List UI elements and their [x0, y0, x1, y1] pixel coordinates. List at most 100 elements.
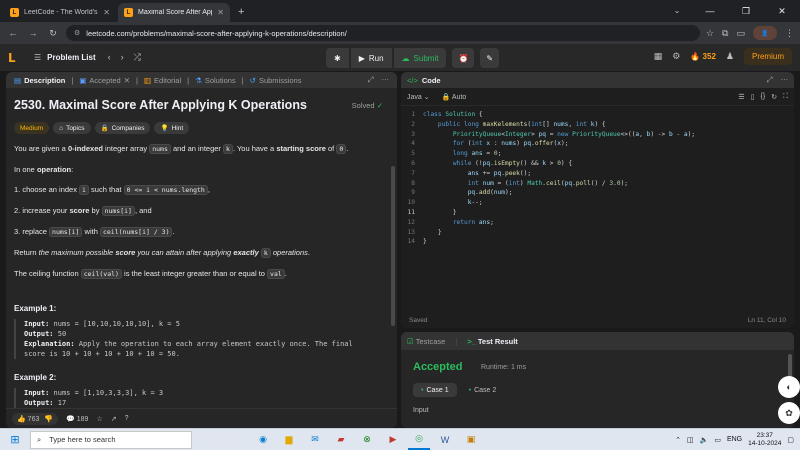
chrome-icon[interactable]: ◎	[408, 430, 430, 450]
tab-submissions[interactable]: ↺ Submissions	[246, 72, 306, 88]
close-icon[interactable]: ✕	[124, 76, 130, 85]
star-icon[interactable]: ☆	[96, 415, 102, 423]
cursor-position: Ln 11, Col 10	[747, 316, 786, 324]
reset-icon[interactable]: ↻	[771, 93, 777, 101]
shuffle-icon[interactable]: ⤮	[134, 52, 141, 63]
tab-accepted[interactable]: ▣ Accepted ✕	[75, 72, 134, 88]
bookmark-star-icon[interactable]: ☆	[706, 28, 714, 39]
problem-list-button[interactable]: ☰ Problem List	[34, 53, 96, 62]
widgets-icon[interactable]: ⧉	[226, 430, 248, 450]
settings-gear-icon[interactable]: ⚙	[672, 51, 680, 62]
edge-icon[interactable]: ◉	[252, 430, 274, 450]
battery-icon[interactable]: ▭	[714, 436, 721, 444]
maximize-icon[interactable]: ❐	[728, 0, 764, 22]
expand-icon[interactable]: ⤢	[368, 75, 374, 85]
streak-counter[interactable]: 🔥 352	[690, 52, 716, 61]
whiteboard-button[interactable]: ✎	[480, 48, 500, 68]
tab-test-result[interactable]: >_ Test Result	[467, 337, 518, 346]
premium-button[interactable]: Premium	[743, 48, 792, 65]
run-button[interactable]: ▶ Run	[350, 48, 392, 68]
leetcode-logo-icon[interactable]: ᒪ	[8, 51, 22, 65]
comments-button[interactable]: 💬 189	[66, 415, 88, 423]
test-result-panel: ☑ Testcase | >_ Test Result Accepted Run…	[401, 332, 794, 428]
close-icon[interactable]: ✕	[217, 8, 224, 17]
prev-problem-icon[interactable]: ‹	[108, 52, 111, 63]
profile-avatar[interactable]: 👤	[753, 26, 777, 40]
fullscreen-icon[interactable]: ⛶	[783, 93, 788, 101]
close-icon[interactable]: ✕	[103, 8, 110, 17]
url-field[interactable]: ⚙ leetcode.com/problems/maximal-score-af…	[66, 25, 700, 41]
panel-menu-icon[interactable]: ⋯	[781, 75, 789, 85]
app-icon[interactable]: ▰	[330, 430, 352, 450]
code-tab-label[interactable]: Code	[422, 76, 441, 85]
inline-code: 0	[336, 144, 347, 154]
menu-kebab-icon[interactable]: ⋮	[785, 28, 794, 39]
extensions-icon[interactable]: ⧉	[722, 28, 728, 39]
like-button[interactable]: 👍 763	[17, 415, 39, 423]
site-info-icon[interactable]: ⚙	[74, 29, 80, 37]
format-icon[interactable]: ☰	[738, 93, 744, 101]
scrollbar[interactable]	[391, 166, 395, 326]
volume-icon[interactable]: 🔈	[700, 436, 709, 444]
language-select[interactable]: Java ⌄	[407, 93, 430, 101]
tab-divider: |	[187, 75, 190, 85]
hint-chip[interactable]: 💡 Hint	[154, 122, 190, 134]
mail-icon[interactable]: ✉	[304, 430, 326, 450]
tab-search-icon[interactable]: ⌄	[670, 4, 684, 18]
value: Apply the operation to each array elemen…	[74, 340, 353, 348]
notes-button[interactable]: ⏰	[452, 48, 475, 68]
next-problem-icon[interactable]: ›	[121, 52, 124, 63]
forward-icon[interactable]: →	[26, 28, 40, 38]
media-icon[interactable]: ▶	[382, 430, 404, 450]
expand-icon[interactable]: ⤢	[767, 75, 773, 85]
example-block: Input: nums = [10,10,10,10,10], k = 5 Ou…	[14, 319, 389, 359]
dislike-icon[interactable]: 👎	[44, 415, 53, 423]
minimize-icon[interactable]: —	[692, 0, 728, 22]
window-close-icon[interactable]: ✕	[764, 0, 800, 22]
app-icon[interactable]: ▣	[460, 430, 482, 450]
file-explorer-icon[interactable]: ▆	[278, 430, 300, 450]
problem-title[interactable]: 2530. Maximal Score After Applying K Ope…	[14, 98, 389, 112]
code-status-bar: Saved Ln 11, Col 10	[401, 312, 794, 328]
layout-grid-icon[interactable]: ▦	[654, 51, 663, 62]
tab-testcase[interactable]: ☑ Testcase	[407, 337, 445, 346]
topics-chip[interactable]: ⌂ Topics	[53, 122, 91, 134]
notification-icon[interactable]: ♟	[726, 51, 734, 62]
sidebar-icon[interactable]: ▭	[736, 28, 745, 39]
tab-label: Description	[24, 75, 66, 85]
browser-tab-problem[interactable]: L Maximal Score After Applying K ✕	[118, 3, 230, 22]
xbox-icon[interactable]: ⊗	[356, 430, 378, 450]
case-1-tab[interactable]: • Case 1	[413, 383, 457, 397]
auto-mode-toggle[interactable]: 🔒 Auto	[442, 93, 467, 101]
notifications-icon[interactable]: ▢	[787, 436, 794, 444]
panel-menu-icon[interactable]: ⋯	[382, 75, 390, 85]
debug-button[interactable]: ✱	[326, 48, 349, 68]
share-icon[interactable]: ↗	[111, 415, 117, 423]
help-icon[interactable]: ?	[125, 415, 129, 422]
word-icon[interactable]: W	[434, 430, 456, 450]
taskbar-search-input[interactable]: ⌕ Type here to search	[30, 430, 192, 449]
submit-button[interactable]: ☁ Submit	[393, 48, 447, 68]
text: integer array	[102, 144, 150, 153]
braces-icon[interactable]: {}	[761, 93, 766, 101]
tab-description[interactable]: ▤ Description	[10, 72, 69, 88]
assistant-widget-icon[interactable]: ✿	[778, 402, 800, 424]
clock[interactable]: 23:37 14-10-2024	[748, 432, 781, 448]
reload-icon[interactable]: ↻	[46, 28, 60, 39]
bookmark-icon[interactable]: ▯	[751, 93, 755, 101]
browser-tab-leetcode[interactable]: L LeetCode - The World's Leading ✕	[4, 3, 116, 22]
network-icon[interactable]: ◫	[687, 436, 694, 444]
task-view-icon[interactable]: ◯	[200, 430, 222, 450]
feedback-widget-icon[interactable]: ◐	[778, 376, 800, 398]
tab-editorial[interactable]: ▥ Editorial	[140, 72, 185, 88]
chevron-up-icon[interactable]: ⌃	[675, 436, 681, 444]
language-indicator[interactable]: ENG	[727, 436, 742, 443]
code-editor[interactable]: 1 class Solution { 2 public long maxKelem…	[401, 106, 794, 247]
companies-chip[interactable]: 🔒 Companies	[94, 122, 151, 134]
new-tab-icon[interactable]: +	[232, 3, 250, 22]
tab-divider: |	[135, 75, 138, 85]
windows-start-icon[interactable]: ⊞	[0, 429, 30, 450]
tab-solutions[interactable]: ⚗ Solutions	[191, 72, 240, 88]
case-2-tab[interactable]: • Case 2	[461, 383, 505, 397]
back-icon[interactable]: ←	[6, 28, 20, 38]
